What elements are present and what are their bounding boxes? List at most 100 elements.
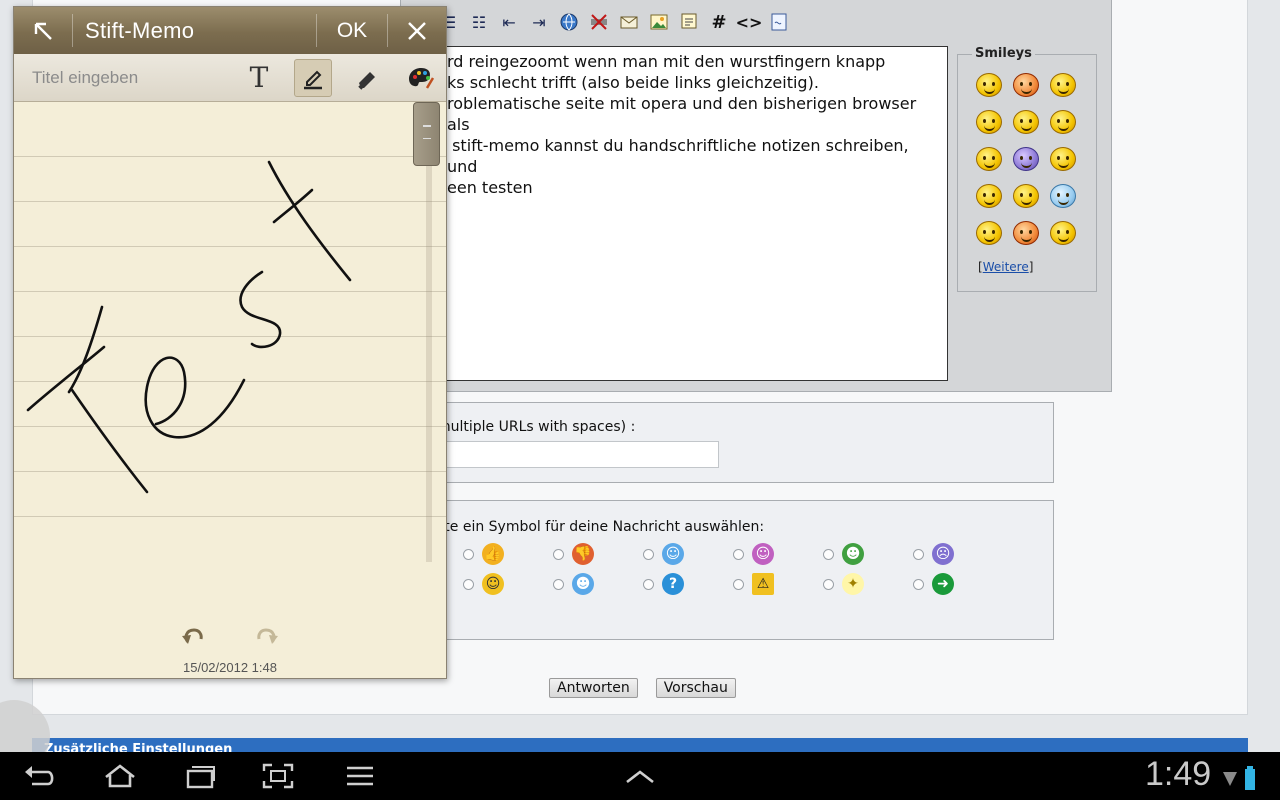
url-label: multiple URLs with spaces) :	[437, 419, 636, 435]
home-button[interactable]	[100, 760, 140, 792]
radio-button[interactable]	[823, 578, 834, 590]
post-icon-option[interactable]: ☻	[823, 543, 913, 565]
screenshot-icon	[262, 763, 294, 789]
palette-icon	[409, 67, 435, 89]
radio-button[interactable]	[463, 548, 474, 560]
post-icon-option[interactable]: ☺	[733, 543, 823, 565]
memo-title-input[interactable]	[14, 53, 234, 102]
url-input[interactable]	[437, 441, 719, 468]
radio-button[interactable]	[913, 578, 924, 590]
radio-button[interactable]	[733, 578, 744, 590]
post-icon-option[interactable]: ?	[643, 573, 733, 595]
smiley-happy-icon[interactable]	[1050, 147, 1076, 171]
smiley-shocked-icon[interactable]	[976, 147, 1002, 171]
post-icon-box: ste ein Symbol für deine Nachricht auswä…	[420, 500, 1054, 640]
memo-canvas[interactable]: 15/02/2012 1:48	[14, 102, 446, 678]
remove-link-icon[interactable]	[586, 9, 612, 35]
post-icon-grid: 👍 👎 ☺ ☺ ☻ ☹ ☺ ☻ ? ⚠ ✦ ➜	[463, 543, 1003, 595]
smiley-sleepy-icon[interactable]	[976, 184, 1002, 208]
editor-toolbar: ☰ ☷ ⇤ ⇥ # <>	[420, 0, 950, 44]
message-textarea[interactable]: rd reingezoomt wenn man mit den wurstfin…	[420, 46, 948, 381]
arrow-right-icon: ➜	[932, 573, 954, 595]
back-button[interactable]	[20, 760, 60, 792]
smiley-surprised-icon[interactable]	[1050, 110, 1076, 134]
post-icon-option[interactable]: ⚠	[733, 573, 823, 595]
radio-button[interactable]	[643, 548, 654, 560]
smiley-mad-icon[interactable]	[1050, 221, 1076, 245]
eraser-icon	[358, 71, 375, 90]
thumbs-down-icon: 👎	[572, 543, 594, 565]
extra-settings-bar[interactable]: Zusätzliche Einstellungen	[32, 738, 1248, 752]
smiley-sad-icon[interactable]	[1013, 147, 1039, 171]
recent-apps-icon	[186, 766, 215, 789]
smiley-embarrassed-icon[interactable]	[1013, 221, 1039, 245]
stift-memo-window: Stift-Memo OK Titel eingeben T 15/02/201…	[13, 6, 447, 679]
smileys-more-label[interactable]: Weitere	[983, 260, 1029, 274]
code-icon[interactable]: <>	[736, 9, 763, 35]
insert-email-icon[interactable]	[616, 9, 642, 35]
recent-apps-button[interactable]	[180, 760, 220, 792]
eraser-tool-button[interactable]	[348, 59, 386, 97]
post-icon-option[interactable]: ☻	[553, 573, 643, 595]
outdent-icon[interactable]: ⇤	[496, 9, 522, 35]
indent-icon[interactable]: ⇥	[526, 9, 552, 35]
insert-image-icon[interactable]	[646, 9, 672, 35]
url-box: multiple URLs with spaces) :	[420, 402, 1054, 483]
post-icon-option[interactable]: 👎	[553, 543, 643, 565]
smiley-grin-icon[interactable]	[976, 73, 1002, 97]
insert-link-icon[interactable]	[556, 9, 582, 35]
post-icon-option[interactable]: 👍	[463, 543, 553, 565]
memo-titlebar: Stift-Memo OK	[14, 7, 446, 54]
list-bullet-icon[interactable]: ☷	[466, 9, 492, 35]
smiley-confused-icon[interactable]	[1050, 184, 1076, 208]
post-icon-option[interactable]: ☺	[463, 573, 553, 595]
post-icon-option[interactable]: ☹	[913, 543, 1003, 565]
memo-close-button[interactable]	[388, 7, 446, 54]
palette-tool-button[interactable]	[402, 59, 440, 97]
pen-tool-button[interactable]	[294, 58, 332, 97]
message-line: ks schlecht trifft (also beide links gle…	[447, 73, 819, 92]
memo-expand-button[interactable]	[14, 7, 72, 54]
smiley-nerd-icon[interactable]	[1013, 184, 1039, 208]
status-clock[interactable]: 1:49	[1145, 755, 1211, 794]
quote-icon[interactable]	[676, 9, 702, 35]
status-icons[interactable]	[1222, 766, 1256, 790]
smileys-legend: Smileys	[972, 46, 1035, 61]
text-tool-button[interactable]: T	[240, 59, 278, 97]
thumbs-up-icon: 👍	[482, 543, 504, 565]
app-tray-button[interactable]	[620, 760, 660, 792]
screenshot-button[interactable]	[258, 760, 298, 792]
radio-button[interactable]	[463, 578, 474, 590]
memo-ok-button[interactable]: OK	[317, 19, 387, 43]
reply-button[interactable]: Antworten	[549, 678, 638, 698]
php-icon[interactable]	[766, 9, 792, 35]
smiley-tongue-icon[interactable]	[976, 110, 1002, 134]
radio-button[interactable]	[553, 578, 564, 590]
pen-icon	[304, 70, 322, 89]
memo-date: 15/02/2012 1:48	[183, 660, 277, 675]
redo-button[interactable]	[252, 622, 282, 652]
radio-button[interactable]	[643, 578, 654, 590]
system-navigation-bar: 1:49	[0, 752, 1280, 800]
post-icon-label: ste ein Symbol für deine Nachricht auswä…	[437, 519, 765, 535]
hash-icon[interactable]: #	[706, 9, 732, 35]
radio-button[interactable]	[733, 548, 744, 560]
smiley-relieved-icon[interactable]	[976, 221, 1002, 245]
smileys-more-link[interactable]: [Weitere]	[978, 260, 1033, 274]
smiley-angry-icon[interactable]	[1013, 73, 1039, 97]
happy-face-icon: ☺	[752, 543, 774, 565]
smiley-smile-icon[interactable]	[1013, 110, 1039, 134]
text-tool-icon: T	[249, 61, 269, 94]
smile-face-icon: ☺	[482, 573, 504, 595]
post-icon-option[interactable]: ✦	[823, 573, 913, 595]
smiley-wink-icon[interactable]	[1050, 73, 1076, 97]
undo-button[interactable]	[178, 622, 208, 652]
memo-scroll-handle[interactable]	[413, 102, 440, 166]
menu-button[interactable]	[340, 760, 380, 792]
post-icon-option[interactable]: ☺	[643, 543, 733, 565]
preview-button[interactable]: Vorschau	[655, 678, 736, 698]
radio-button[interactable]	[913, 548, 924, 560]
radio-button[interactable]	[553, 548, 564, 560]
post-icon-option[interactable]: ➜	[913, 573, 1003, 595]
radio-button[interactable]	[823, 548, 834, 560]
